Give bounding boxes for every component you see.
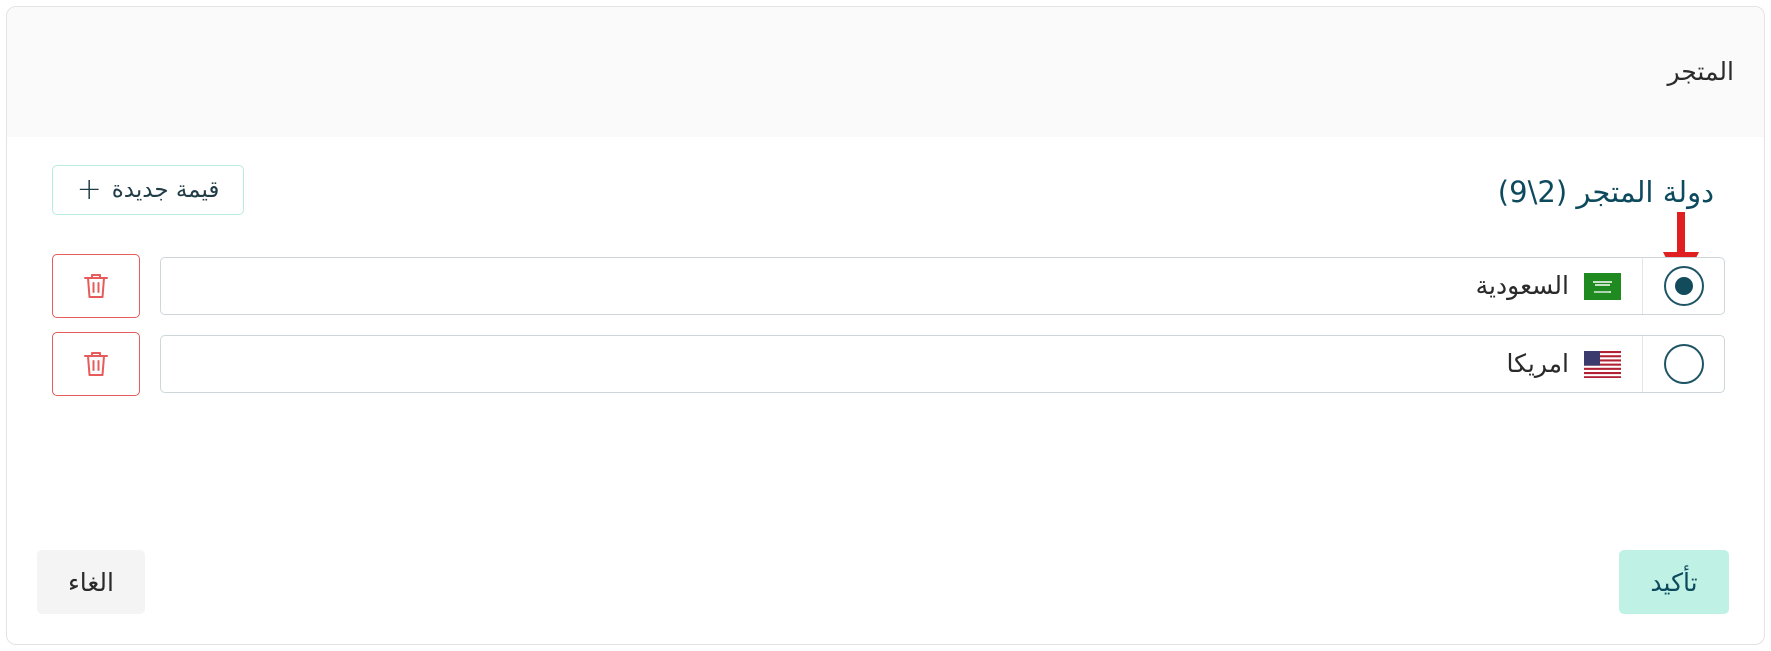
section-title: دولة المتجر (2\9) <box>1497 175 1714 209</box>
new-value-button[interactable]: قيمة جديدة + <box>52 165 244 215</box>
trash-icon <box>84 274 108 298</box>
list-item: امريكا <box>7 332 1764 399</box>
plus-icon: + <box>76 172 102 207</box>
usa-flag-icon <box>1584 351 1621 378</box>
confirm-button[interactable]: تأكيد <box>1619 550 1729 614</box>
radio-option-saudi[interactable] <box>1642 258 1724 314</box>
option-field[interactable]: السعودية <box>160 257 1725 315</box>
dialog-title: المتجر <box>1667 57 1735 86</box>
radio-button[interactable] <box>1663 344 1704 384</box>
option-label: امريكا <box>1506 349 1569 378</box>
dialog-header: المتجر <box>7 7 1764 137</box>
radio-button[interactable] <box>1663 266 1704 306</box>
list-item: السعودية <box>7 254 1764 321</box>
radio-selected-dot <box>1674 277 1693 295</box>
delete-button[interactable] <box>52 254 140 318</box>
store-dialog: المتجر دولة المتجر (2\9) قيمة جديدة + ال… <box>6 6 1765 645</box>
saudi-flag-icon <box>1584 273 1621 300</box>
trash-icon <box>84 352 108 376</box>
delete-button[interactable] <box>52 332 140 396</box>
new-value-label: قيمة جديدة <box>111 177 220 203</box>
option-field[interactable]: امريكا <box>160 335 1725 393</box>
radio-option-usa[interactable] <box>1642 336 1724 392</box>
cancel-button[interactable]: الغاء <box>37 550 145 614</box>
option-label: السعودية <box>1475 271 1569 300</box>
